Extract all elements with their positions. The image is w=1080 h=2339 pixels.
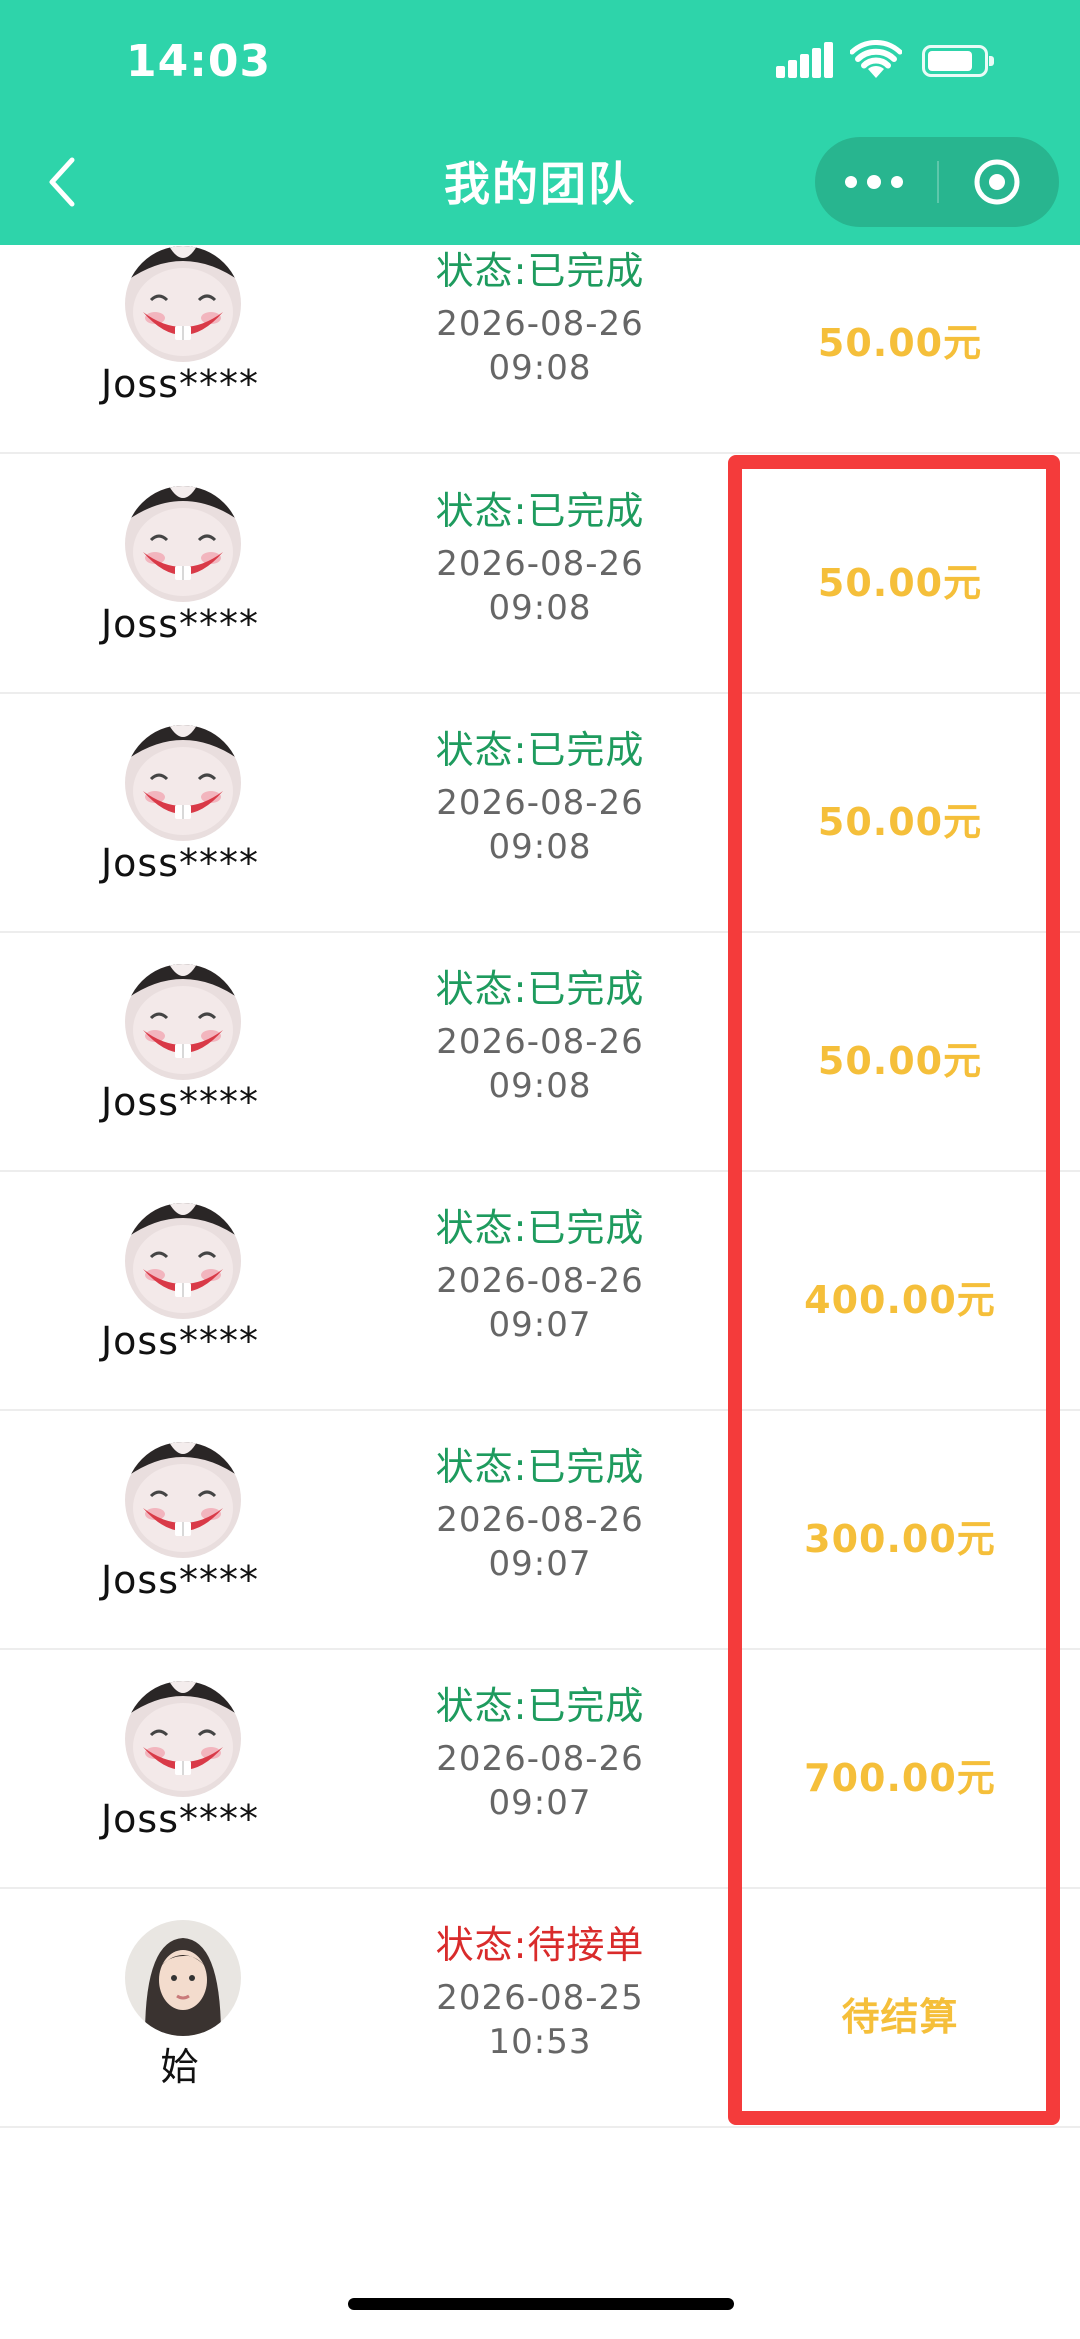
- order-time: 09:07: [488, 1783, 592, 1823]
- capsule-divider: [937, 161, 939, 203]
- team-list-item[interactable]: Joss**** 状态:已完成 2026-08-26 09:07 400.00元: [0, 1173, 1080, 1411]
- order-date: 2026-08-26: [436, 1022, 644, 1062]
- order-date: 2026-08-26: [436, 1739, 644, 1779]
- commission-amount: 700.00元: [804, 1756, 996, 1800]
- order-date: 2026-08-26: [436, 783, 644, 823]
- wifi-icon: [850, 40, 902, 78]
- team-list-item[interactable]: Joss**** 状态:已完成 2026-08-26 09:07 300.00元: [0, 1412, 1080, 1650]
- team-list-item[interactable]: Joss**** 状态:已完成 2026-08-26 09:08 50.00元: [0, 216, 1080, 454]
- order-status: 状态:已完成: [435, 1445, 645, 1489]
- commission-amount: 50.00元: [817, 1039, 983, 1083]
- order-time: 09:08: [488, 588, 592, 628]
- member-name: Joss****: [100, 362, 260, 406]
- more-dots-icon[interactable]: [845, 137, 915, 227]
- order-time: 09:08: [488, 1066, 592, 1106]
- member-name: Joss****: [100, 602, 260, 646]
- smiling-rabbit-avatar: [125, 725, 241, 841]
- girl-photo-avatar: [125, 1920, 241, 2036]
- mini-program-capsule: [815, 137, 1059, 227]
- commission-amount: 50.00元: [817, 800, 983, 844]
- order-time: 09:08: [488, 348, 592, 388]
- order-status: 状态:待接单: [435, 1923, 645, 1967]
- order-status: 状态:已完成: [435, 1206, 645, 1250]
- team-list-item[interactable]: Joss**** 状态:已完成 2026-08-26 09:07 700.00元: [0, 1651, 1080, 1889]
- order-date: 2026-08-26: [436, 1500, 644, 1540]
- team-list-item[interactable]: Joss**** 状态:已完成 2026-08-26 09:08 50.00元: [0, 934, 1080, 1172]
- commission-amount: 待结算: [841, 1995, 959, 2039]
- commission-amount: 300.00元: [804, 1517, 996, 1561]
- order-time: 10:53: [488, 2022, 592, 2062]
- order-date: 2026-08-26: [436, 1261, 644, 1301]
- commission-amount: 400.00元: [804, 1278, 996, 1322]
- smiling-rabbit-avatar: [125, 246, 241, 362]
- app-header: 14:03 我的团队: [0, 0, 1080, 245]
- smiling-rabbit-avatar: [125, 964, 241, 1080]
- smiling-rabbit-avatar: [125, 486, 241, 602]
- order-status: 状态:已完成: [435, 489, 645, 533]
- smiling-rabbit-avatar: [125, 1203, 241, 1319]
- member-name: Joss****: [100, 1319, 260, 1363]
- status-bar-time: 14:03: [126, 36, 272, 87]
- battery-icon: [922, 45, 994, 77]
- smiling-rabbit-avatar: [125, 1442, 241, 1558]
- order-status: 状态:已完成: [435, 249, 645, 293]
- commission-amount: 50.00元: [817, 321, 983, 365]
- order-status: 状态:已完成: [435, 967, 645, 1011]
- order-status: 状态:已完成: [435, 1684, 645, 1728]
- order-date: 2026-08-26: [436, 304, 644, 344]
- cellular-signal-icon: [776, 42, 834, 78]
- member-name: Joss****: [100, 841, 260, 885]
- member-name: Joss****: [100, 1080, 260, 1124]
- order-date: 2026-08-25: [436, 1978, 644, 2018]
- commission-amount: 50.00元: [817, 561, 983, 605]
- order-time: 09:07: [488, 1305, 592, 1345]
- order-status: 状态:已完成: [435, 728, 645, 772]
- smiling-rabbit-avatar: [125, 1681, 241, 1797]
- target-close-icon[interactable]: [971, 156, 1023, 208]
- order-time: 09:07: [488, 1544, 592, 1584]
- team-list-item[interactable]: Joss**** 状态:已完成 2026-08-26 09:08 50.00元: [0, 456, 1080, 694]
- home-indicator: [348, 2298, 734, 2310]
- order-time: 09:08: [488, 827, 592, 867]
- team-list-item[interactable]: 姶 状态:待接单 2026-08-25 10:53 待结算: [0, 1890, 1080, 2128]
- member-name: Joss****: [100, 1797, 260, 1841]
- member-name: Joss****: [100, 1558, 260, 1602]
- member-name: 姶: [160, 2045, 200, 2089]
- order-date: 2026-08-26: [436, 544, 644, 584]
- team-list-item[interactable]: Joss**** 状态:已完成 2026-08-26 09:08 50.00元: [0, 695, 1080, 933]
